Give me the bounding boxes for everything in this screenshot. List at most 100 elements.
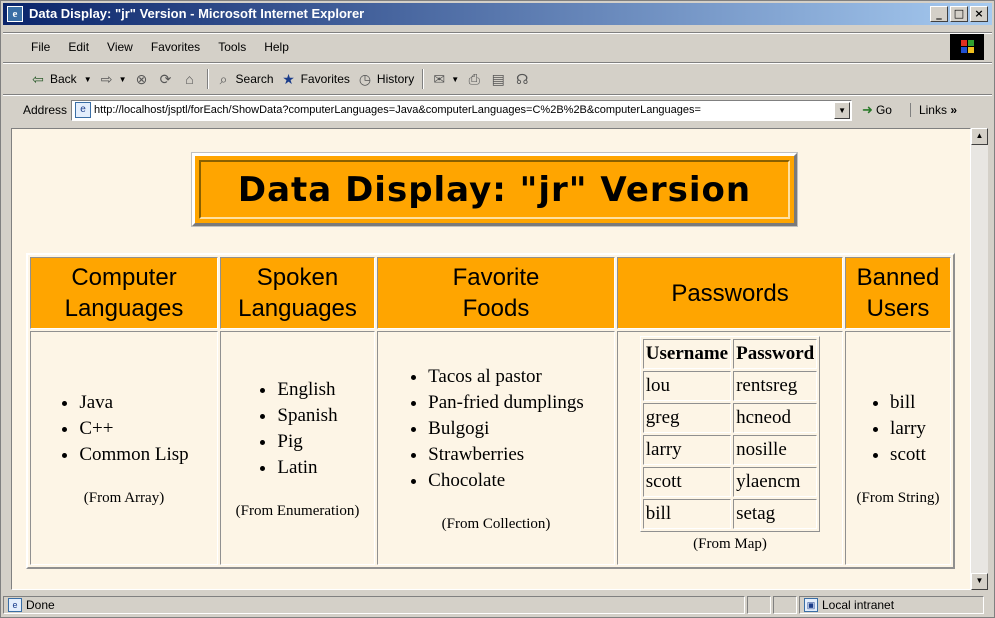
- zone-text: Local intranet: [822, 598, 895, 612]
- list-item: Strawberries: [428, 442, 584, 468]
- list-item: Chocolate: [428, 468, 584, 494]
- address-separator: [3, 94, 992, 96]
- data-table: Computer Languages Spoken Languages Favo…: [26, 253, 955, 569]
- source-note: (From Map): [693, 536, 767, 552]
- source-note: (From String): [856, 489, 940, 506]
- column-header-spoken-languages: Spoken Languages: [220, 257, 375, 329]
- page-title-banner: Data Display: "jr" Version: [192, 153, 797, 226]
- mail-button[interactable]: ✉ ▼: [430, 70, 459, 88]
- back-button[interactable]: ⇦ Back ▼: [29, 70, 92, 88]
- vertical-scrollbar[interactable]: ▲ ▼: [971, 128, 988, 590]
- scroll-down-icon[interactable]: ▼: [971, 573, 988, 590]
- windows-logo-icon: [950, 34, 984, 60]
- password-cell: ylaencm: [733, 467, 818, 497]
- list-item: Common Lisp: [79, 442, 188, 468]
- list-item: scott: [890, 442, 926, 468]
- forward-dropdown-icon[interactable]: ▼: [119, 75, 127, 84]
- username-cell: bill: [642, 499, 732, 529]
- toolbar-separator: [3, 62, 992, 64]
- forward-button[interactable]: ⇨ ▼: [98, 70, 127, 88]
- address-url[interactable]: http://localhost/jsptl/forEach/ShowData?…: [94, 104, 834, 116]
- favorites-icon: ★: [282, 71, 295, 87]
- scroll-up-icon[interactable]: ▲: [971, 128, 988, 145]
- search-label: Search: [235, 72, 274, 86]
- status-zone-cell: ▣ Local intranet: [799, 596, 984, 614]
- intranet-icon: ▣: [804, 598, 818, 612]
- favorites-button[interactable]: ★ Favorites: [280, 70, 350, 88]
- passwords-cell: Username Password lou rentsreg greg hcne…: [617, 331, 843, 565]
- page-icon: e: [75, 102, 92, 118]
- menu-favorites[interactable]: Favorites: [142, 40, 209, 54]
- menu-view[interactable]: View: [98, 40, 142, 54]
- list-item: Latin: [277, 455, 337, 481]
- favorites-label: Favorites: [300, 72, 350, 86]
- back-label: Back: [50, 72, 77, 86]
- password-cell: hcneod: [733, 403, 818, 433]
- toolbar-divider-2: [422, 69, 425, 89]
- username-header: Username: [642, 339, 732, 369]
- status-progress-cell: [747, 596, 771, 614]
- stop-button[interactable]: ⊗: [133, 70, 151, 88]
- favorite-foods-cell: Tacos al pastor Pan-fried dumplings Bulg…: [377, 331, 615, 565]
- page-viewport[interactable]: Data Display: "jr" Version Computer Lang…: [11, 128, 971, 590]
- column-header-computer-languages: Computer Languages: [30, 257, 218, 329]
- mail-dropdown-icon[interactable]: ▼: [451, 75, 459, 84]
- table-row: greg hcneod: [642, 403, 818, 433]
- menu-help[interactable]: Help: [255, 40, 298, 54]
- edit-button[interactable]: ▤: [489, 70, 507, 88]
- username-cell: lou: [642, 371, 732, 401]
- passwords-table: Username Password lou rentsreg greg hcne…: [639, 336, 821, 532]
- passwords-header-row: Username Password: [642, 339, 818, 369]
- list-item: C++: [79, 416, 188, 442]
- minimize-button[interactable]: _: [930, 6, 948, 22]
- links-label: Links: [918, 103, 947, 117]
- address-label: Address: [23, 103, 68, 117]
- username-cell: greg: [642, 403, 732, 433]
- page-title: Data Display: "jr" Version: [199, 160, 790, 219]
- close-button[interactable]: ×: [970, 6, 988, 22]
- status-secure-cell: [773, 596, 797, 614]
- table-header-row: Computer Languages Spoken Languages Favo…: [30, 257, 951, 329]
- history-label: History: [376, 72, 415, 86]
- links-button[interactable]: Links »: [909, 103, 957, 117]
- menu-separator: [3, 32, 992, 34]
- status-bar: e Done ▣ Local intranet: [3, 594, 992, 616]
- history-button[interactable]: ◷ History: [356, 70, 414, 88]
- list-item: Spanish: [277, 403, 337, 429]
- search-button[interactable]: ⌕ Search: [215, 70, 274, 88]
- stop-icon: ⊗: [135, 71, 148, 87]
- address-bar: Address e http://localhost/jsptl/forEach…: [3, 97, 992, 123]
- print-button[interactable]: ⎙: [465, 70, 483, 88]
- toolbar: ⇦ Back ▼ ⇨ ▼ ⊗ ⟳ ⌂ ⌕ Search ★ Favorites …: [3, 65, 537, 93]
- address-input[interactable]: e http://localhost/jsptl/forEach/ShowDat…: [71, 99, 853, 121]
- refresh-button[interactable]: ⟳: [157, 70, 175, 88]
- source-note: (From Array): [83, 489, 165, 506]
- maximize-button[interactable]: □: [950, 6, 968, 22]
- title-bar[interactable]: e Data Display: "jr" Version - Microsoft…: [3, 3, 992, 25]
- table-body-row: Java C++ Common Lisp (From Array) Englis…: [30, 331, 951, 565]
- forward-arrow-icon: ⇨: [100, 71, 113, 87]
- back-dropdown-icon[interactable]: ▼: [84, 75, 92, 84]
- menu-file[interactable]: File: [3, 40, 59, 54]
- source-note: (From Enumeration): [235, 502, 360, 519]
- list-item: Tacos al pastor: [428, 364, 584, 390]
- menu-bar: File Edit View Favorites Tools Help: [3, 36, 298, 58]
- column-header-favorite-foods: Favorite Foods: [377, 257, 615, 329]
- menu-edit[interactable]: Edit: [59, 40, 98, 54]
- menu-tools[interactable]: Tools: [209, 40, 255, 54]
- list-item: Java: [79, 390, 188, 416]
- status-text: Done: [26, 598, 55, 612]
- back-arrow-icon: ⇦: [32, 71, 44, 87]
- spoken-languages-list: English Spanish Pig Latin: [257, 377, 337, 481]
- address-dropdown-icon[interactable]: ▼: [834, 101, 851, 119]
- list-item: Pig: [277, 429, 337, 455]
- go-button[interactable]: ➜ Go: [862, 102, 892, 118]
- home-button[interactable]: ⌂: [181, 70, 199, 88]
- password-cell: rentsreg: [733, 371, 818, 401]
- discuss-button[interactable]: ☊: [513, 70, 531, 88]
- go-label: Go: [875, 103, 892, 117]
- links-chevron-icon: »: [950, 103, 957, 117]
- username-cell: larry: [642, 435, 732, 465]
- table-row: larry nosille: [642, 435, 818, 465]
- browser-window: e Data Display: "jr" Version - Microsoft…: [0, 0, 995, 618]
